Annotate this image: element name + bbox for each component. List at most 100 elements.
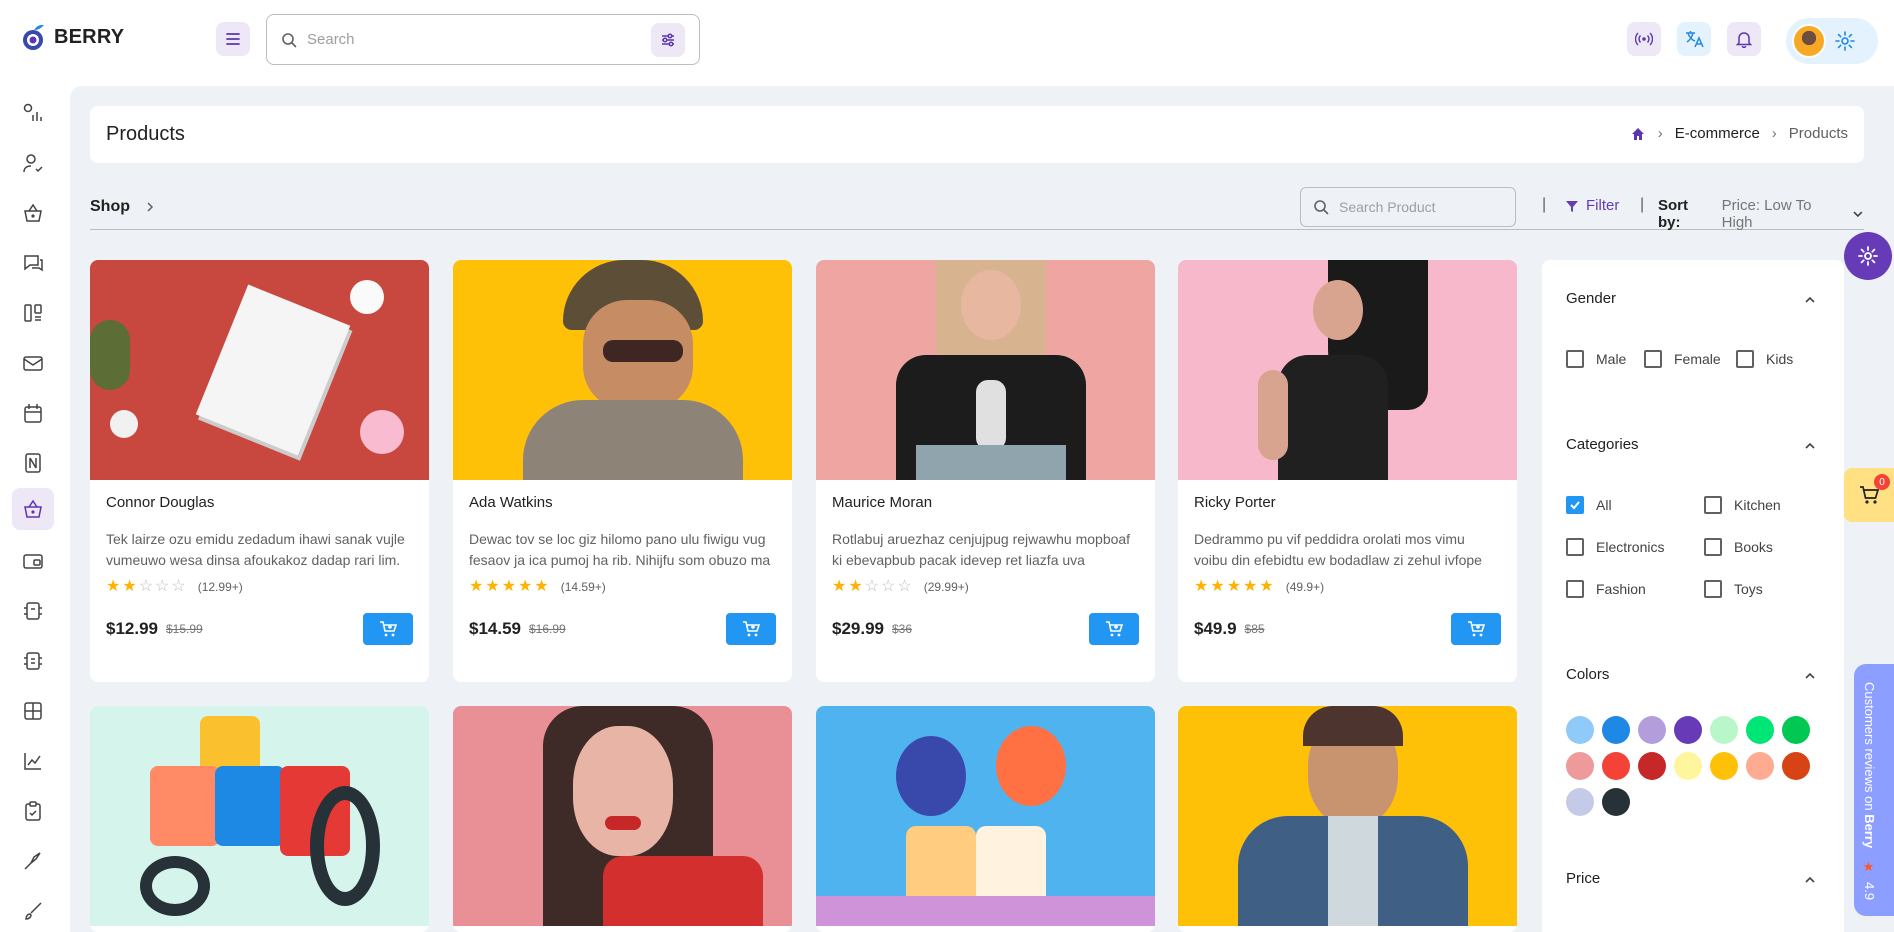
search-input[interactable]: Search: [307, 31, 651, 48]
add-to-cart-button[interactable]: [1089, 613, 1139, 645]
product-image[interactable]: [816, 706, 1155, 926]
add-to-cart-button[interactable]: [1451, 613, 1501, 645]
notifications-button[interactable]: [1727, 22, 1761, 56]
sidebar-item-ecommerce[interactable]: [12, 488, 54, 530]
checkbox-electronics[interactable]: Electronics: [1566, 538, 1664, 556]
sidebar-item-utils[interactable]: [12, 890, 54, 932]
product-name[interactable]: Maurice Moran: [832, 494, 1139, 511]
sidebar-item-kanban[interactable]: [12, 292, 54, 334]
checkbox-toys[interactable]: Toys: [1704, 580, 1763, 598]
checkbox-box-checked[interactable]: [1566, 496, 1584, 514]
product-card[interactable]: Maurice Moran Rotlabuj aruezhaz cenjujpu…: [816, 260, 1155, 682]
sidebar-item-contact[interactable]: [12, 442, 54, 484]
customer-reviews-banner[interactable]: Customers reviews on Berry ★ 4.9: [1854, 664, 1894, 916]
color-swatch[interactable]: [1602, 752, 1630, 780]
product-card[interactable]: Connor Douglas Tek lairze ozu emidu zeda…: [90, 260, 429, 682]
sidebar-item-customer[interactable]: [12, 192, 54, 234]
product-card[interactable]: [816, 706, 1155, 932]
color-swatch[interactable]: [1710, 752, 1738, 780]
color-swatch[interactable]: [1602, 788, 1630, 816]
product-image[interactable]: [816, 260, 1155, 480]
checkbox-kids[interactable]: Kids: [1736, 350, 1793, 368]
profile-menu[interactable]: [1786, 18, 1878, 64]
sort-select[interactable]: Sort by: Price: Low To High: [1658, 197, 1864, 231]
filter-colors-title[interactable]: Colors: [1566, 666, 1609, 683]
chevron-up-icon[interactable]: [1804, 874, 1816, 886]
sidebar-item-invoice[interactable]: [12, 540, 54, 582]
checkbox-male[interactable]: Male: [1566, 350, 1626, 368]
menu-toggle-button[interactable]: [216, 22, 250, 56]
checkbox-box[interactable]: [1644, 350, 1662, 368]
sidebar-item-widgets[interactable]: [12, 690, 54, 732]
color-swatch[interactable]: [1602, 716, 1630, 744]
home-icon[interactable]: [1630, 126, 1646, 142]
checkbox-box[interactable]: [1566, 350, 1584, 368]
color-swatch[interactable]: [1638, 716, 1666, 744]
color-swatch[interactable]: [1566, 716, 1594, 744]
product-card[interactable]: [90, 706, 429, 932]
checkbox-all[interactable]: All: [1566, 496, 1612, 514]
color-swatch[interactable]: [1746, 752, 1774, 780]
checkbox-box[interactable]: [1704, 538, 1722, 556]
filter-categories-title[interactable]: Categories: [1566, 436, 1639, 453]
checkbox-kitchen[interactable]: Kitchen: [1704, 496, 1781, 514]
product-card[interactable]: [453, 706, 792, 932]
broadcast-button[interactable]: [1627, 22, 1661, 56]
sidebar-item-mail[interactable]: [12, 342, 54, 384]
shop-heading[interactable]: Shop: [90, 198, 156, 216]
global-search[interactable]: Search: [266, 14, 700, 65]
sidebar-item-blog[interactable]: [12, 640, 54, 682]
checkbox-box[interactable]: [1704, 580, 1722, 598]
sidebar-item-users[interactable]: [12, 142, 54, 184]
sidebar-item-charts[interactable]: [12, 740, 54, 782]
breadcrumb-item-ecommerce[interactable]: E-commerce: [1675, 125, 1760, 142]
product-search-input[interactable]: Search Product: [1300, 187, 1516, 227]
checkbox-fashion[interactable]: Fashion: [1566, 580, 1646, 598]
chevron-up-icon[interactable]: [1804, 440, 1816, 452]
sidebar-item-forms[interactable]: [12, 790, 54, 832]
checkbox-female[interactable]: Female: [1644, 350, 1721, 368]
color-swatch[interactable]: [1566, 788, 1594, 816]
product-image[interactable]: [1178, 706, 1517, 926]
sidebar-item-calendar[interactable]: [12, 392, 54, 434]
filter-button[interactable]: Filter: [1564, 197, 1619, 214]
color-swatch[interactable]: [1566, 752, 1594, 780]
color-swatch[interactable]: [1782, 716, 1810, 744]
product-card[interactable]: Ada Watkins Dewac tov se loc giz hilomo …: [453, 260, 792, 682]
checkbox-box[interactable]: [1704, 496, 1722, 514]
product-card[interactable]: [1178, 706, 1517, 932]
color-swatch[interactable]: [1638, 752, 1666, 780]
chevron-up-icon[interactable]: [1804, 294, 1816, 306]
color-swatch[interactable]: [1710, 716, 1738, 744]
sidebar-item-dashboard[interactable]: [12, 92, 54, 134]
chevron-up-icon[interactable]: [1804, 670, 1816, 682]
checkbox-box[interactable]: [1566, 580, 1584, 598]
product-image[interactable]: [90, 260, 429, 480]
checkbox-box[interactable]: [1736, 350, 1754, 368]
sidebar-item-pages[interactable]: [12, 840, 54, 882]
brand-logo[interactable]: BERRY: [20, 22, 124, 52]
add-to-cart-button[interactable]: [726, 613, 776, 645]
filter-gender-title[interactable]: Gender: [1566, 290, 1616, 307]
checkbox-books[interactable]: Books: [1704, 538, 1773, 556]
color-swatch[interactable]: [1674, 752, 1702, 780]
floating-cart-button[interactable]: 0: [1844, 468, 1894, 522]
product-name[interactable]: Connor Douglas: [106, 494, 413, 511]
add-to-cart-button[interactable]: [363, 613, 413, 645]
sidebar-item-chat[interactable]: [12, 242, 54, 284]
product-card[interactable]: Ricky Porter Dedrammo pu vif peddidra or…: [1178, 260, 1517, 682]
checkbox-box[interactable]: [1566, 538, 1584, 556]
filter-price-title[interactable]: Price: [1566, 870, 1600, 887]
product-image[interactable]: [90, 706, 429, 926]
product-image[interactable]: [1178, 260, 1517, 480]
product-image[interactable]: [453, 260, 792, 480]
search-filter-button[interactable]: [651, 22, 685, 57]
product-name[interactable]: Ricky Porter: [1194, 494, 1501, 511]
language-button[interactable]: [1677, 22, 1711, 56]
color-swatch[interactable]: [1782, 752, 1810, 780]
color-swatch[interactable]: [1746, 716, 1774, 744]
sidebar-item-crm[interactable]: [12, 590, 54, 632]
product-image[interactable]: [453, 706, 792, 926]
customize-settings-button[interactable]: [1844, 232, 1892, 280]
color-swatch[interactable]: [1674, 716, 1702, 744]
